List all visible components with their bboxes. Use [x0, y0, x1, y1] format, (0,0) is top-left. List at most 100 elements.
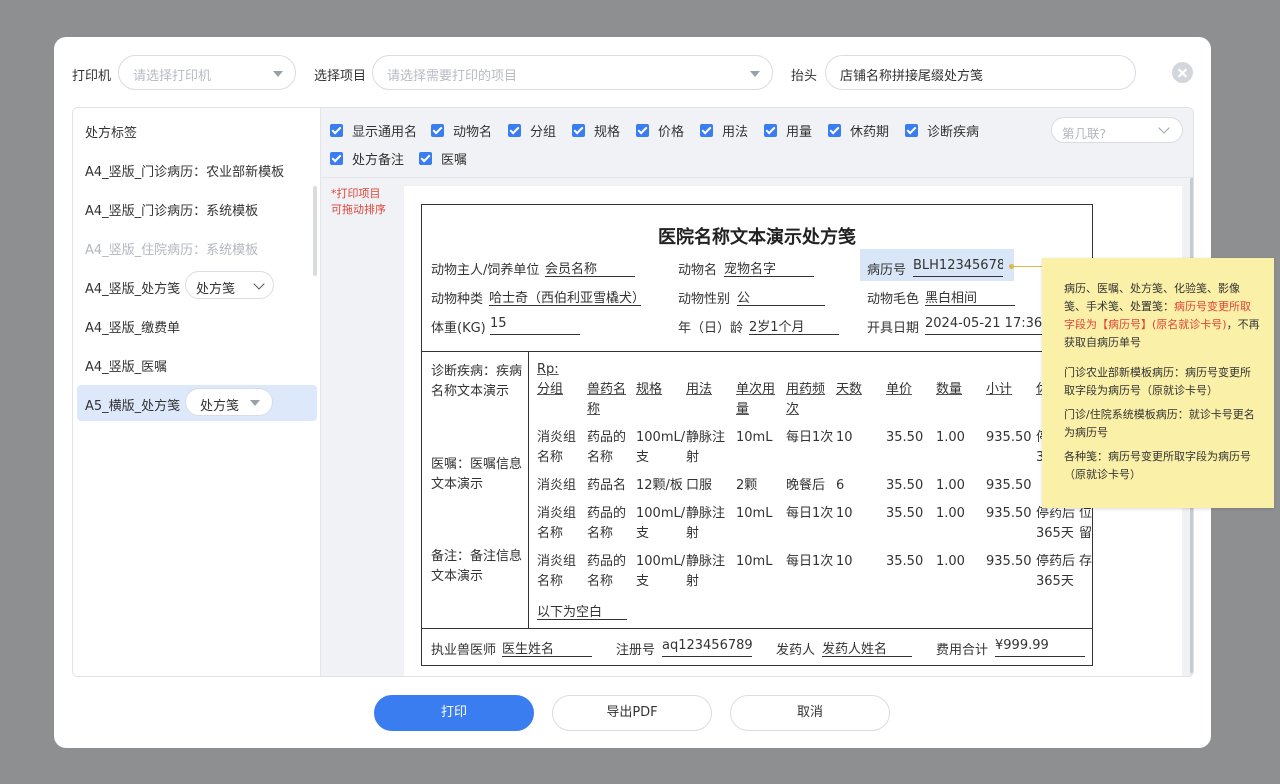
hint-line: *打印项目: [331, 187, 381, 200]
col-dose: 单次用量: [736, 382, 776, 417]
items-select[interactable]: 请选择需要打印的项目: [372, 55, 773, 90]
close-icon[interactable]: [1172, 62, 1193, 83]
caret-down-icon: [250, 400, 260, 406]
tooltip-text: 门诊/住院系统模板病历：就诊卡号更名为病历号: [1064, 408, 1255, 439]
col-freq: 用药频次: [786, 382, 826, 417]
table-cell: 消炎组名称: [537, 430, 577, 465]
table-cell: 35.50: [886, 430, 924, 445]
table-cell: 35.50: [886, 478, 924, 493]
reg-value: aq1234567890: [662, 638, 752, 657]
prescription-type-select[interactable]: 处方笺: [185, 388, 273, 416]
checkbox-spec[interactable]: 规格: [572, 122, 620, 140]
prescription-form: 医院名称文本演示处方笺 动物主人/饲养单位 会员名称 动物名 宠物名字 病历号 …: [421, 204, 1093, 666]
table-cell: 每日1次: [786, 506, 834, 521]
table-cell: 935.50: [986, 430, 1032, 445]
printer-select[interactable]: 请选择打印机: [118, 55, 296, 90]
diagnosis-text: 诊断疾病：疾病名称文本演示: [431, 364, 523, 399]
col-usage: 用法: [686, 382, 713, 397]
divider: [422, 628, 1092, 629]
table-cell: 1.00: [936, 506, 965, 521]
sidebar-title: 处方标签: [85, 126, 138, 141]
checkbox-checked-icon: [572, 123, 585, 137]
prescription-type-value: 处方笺: [196, 282, 236, 297]
table-cell: 药品的名称: [587, 430, 627, 465]
table-cell: 10: [836, 554, 853, 569]
owner-label: 动物主人/饲养单位: [431, 263, 540, 278]
table-cell: 存: [1079, 554, 1093, 569]
sidebar-item-label: A4_竖版_门诊病历：农业部新模板: [85, 165, 285, 180]
sidebar-item-payment[interactable]: A4_竖版_缴费单: [77, 307, 317, 343]
chevron-down-icon: [1158, 122, 1170, 134]
print-dialog: 打印机 请选择打印机 选择项目 请选择需要打印的项目 抬头 店铺名称拼接尾缀处方…: [54, 37, 1211, 748]
checkbox-checked-icon: [764, 123, 777, 137]
checkbox-label: 价格: [658, 124, 685, 140]
header-input[interactable]: 店铺名称拼接尾缀处方笺: [825, 55, 1136, 90]
total-value: ¥999.99: [995, 638, 1085, 657]
color-value: 黑白相间: [925, 287, 1015, 306]
checkbox-usage[interactable]: 用法: [700, 122, 749, 140]
checkbox-price[interactable]: 价格: [636, 122, 685, 140]
hint-line: 可拖动排序: [331, 203, 386, 216]
record-number-tooltip: 病历、医嘱、处方笺、化验笺、影像笺、手术笺、处置笺：病历号变更所取字段为【病历号…: [1042, 258, 1274, 508]
table-cell: 1.00: [936, 430, 965, 445]
checkbox-dose[interactable]: 用量: [764, 122, 813, 140]
checkbox-generic-name[interactable]: 显示通用名: [330, 122, 418, 140]
cancel-button[interactable]: 取消: [730, 695, 890, 731]
table-cell: 每日1次: [786, 554, 834, 569]
checkbox-advice[interactable]: 医嘱: [419, 150, 467, 168]
vet-value: 医生姓名: [502, 638, 592, 657]
caret-down-icon: [273, 71, 283, 77]
age-value: 2岁1个月: [749, 316, 839, 335]
prescription-type-value: 处方笺: [200, 399, 240, 414]
table-cell: 10: [836, 430, 853, 445]
vet-label: 执业兽医师: [431, 643, 497, 658]
checkbox-label: 用量: [786, 124, 813, 140]
total-label: 费用合计: [936, 643, 989, 658]
table-cell: 35.50: [886, 554, 924, 569]
checkbox-diagnosis[interactable]: 诊断疾病: [905, 122, 979, 140]
sex-value: 公: [737, 287, 825, 306]
sex-label: 动物性别: [678, 292, 731, 307]
checkbox-remark[interactable]: 处方备注: [330, 150, 404, 168]
table-cell: 药品的名称: [587, 506, 627, 541]
table-cell: 静脉注射: [686, 430, 726, 465]
table-cell: 药品的名称: [587, 554, 627, 589]
checkbox-pet-name[interactable]: 动物名: [431, 122, 492, 140]
table-cell: 935.50: [986, 506, 1032, 521]
table-cell: 6: [836, 478, 845, 493]
col-subtotal: 小计: [986, 382, 1013, 397]
checkbox-withdrawal[interactable]: 休药期: [828, 122, 889, 140]
checkbox-group[interactable]: 分组: [508, 122, 556, 140]
pet-name-label: 动物名: [678, 263, 718, 278]
sidebar-scrollbar[interactable]: [313, 186, 317, 276]
export-pdf-button[interactable]: 导出PDF: [552, 695, 712, 731]
sidebar-item-a4-prescription[interactable]: A4_竖版_处方笺 处方笺: [77, 268, 317, 304]
checkbox-label: 用法: [722, 124, 749, 140]
copy-number-placeholder: 第几联?: [1062, 126, 1107, 141]
table-cell: 935.50: [986, 554, 1032, 569]
table-cell: 静脉注射: [686, 506, 726, 541]
checkbox-label: 显示通用名: [352, 124, 418, 140]
sidebar-item-a5-prescription[interactable]: A5_横版_处方笺 处方笺: [77, 385, 317, 421]
checkbox-checked-icon: [431, 123, 444, 137]
printer-placeholder: 请选择打印机: [133, 69, 212, 84]
weight-value: 15: [490, 316, 580, 335]
sidebar-item-advice[interactable]: A4_竖版_医嘱: [77, 346, 317, 382]
print-button[interactable]: 打印: [374, 695, 534, 731]
table-cell: 晚餐后: [786, 478, 826, 493]
sidebar-item-inpatient-system: A4_竖版_住院病历：系统模板: [77, 229, 317, 265]
header-value: 店铺名称拼接尾缀处方笺: [840, 69, 984, 84]
table-cell: 1.00: [936, 554, 965, 569]
template-sidebar: 处方标签 A4_竖版_门诊病历：农业部新模板 A4_竖版_门诊病历：系统模板 A…: [73, 108, 321, 676]
sidebar-item-label: A4_竖版_处方笺: [85, 282, 181, 297]
table-cell: 10mL: [736, 506, 773, 521]
table-cell: 2颗: [736, 478, 758, 493]
sidebar-item-outpatient-system[interactable]: A4_竖版_门诊病历：系统模板: [77, 190, 317, 226]
table-cell: 停药后365天: [1036, 554, 1076, 589]
checkbox-checked-icon: [828, 123, 841, 137]
prescription-type-select[interactable]: 处方笺: [185, 271, 274, 299]
table-cell: 停药后365天: [1036, 506, 1076, 541]
copy-number-select[interactable]: 第几联?: [1051, 117, 1183, 143]
sidebar-item-outpatient-agri[interactable]: A4_竖版_门诊病历：农业部新模板: [77, 151, 317, 187]
dispenser-label: 发药人: [776, 643, 816, 658]
